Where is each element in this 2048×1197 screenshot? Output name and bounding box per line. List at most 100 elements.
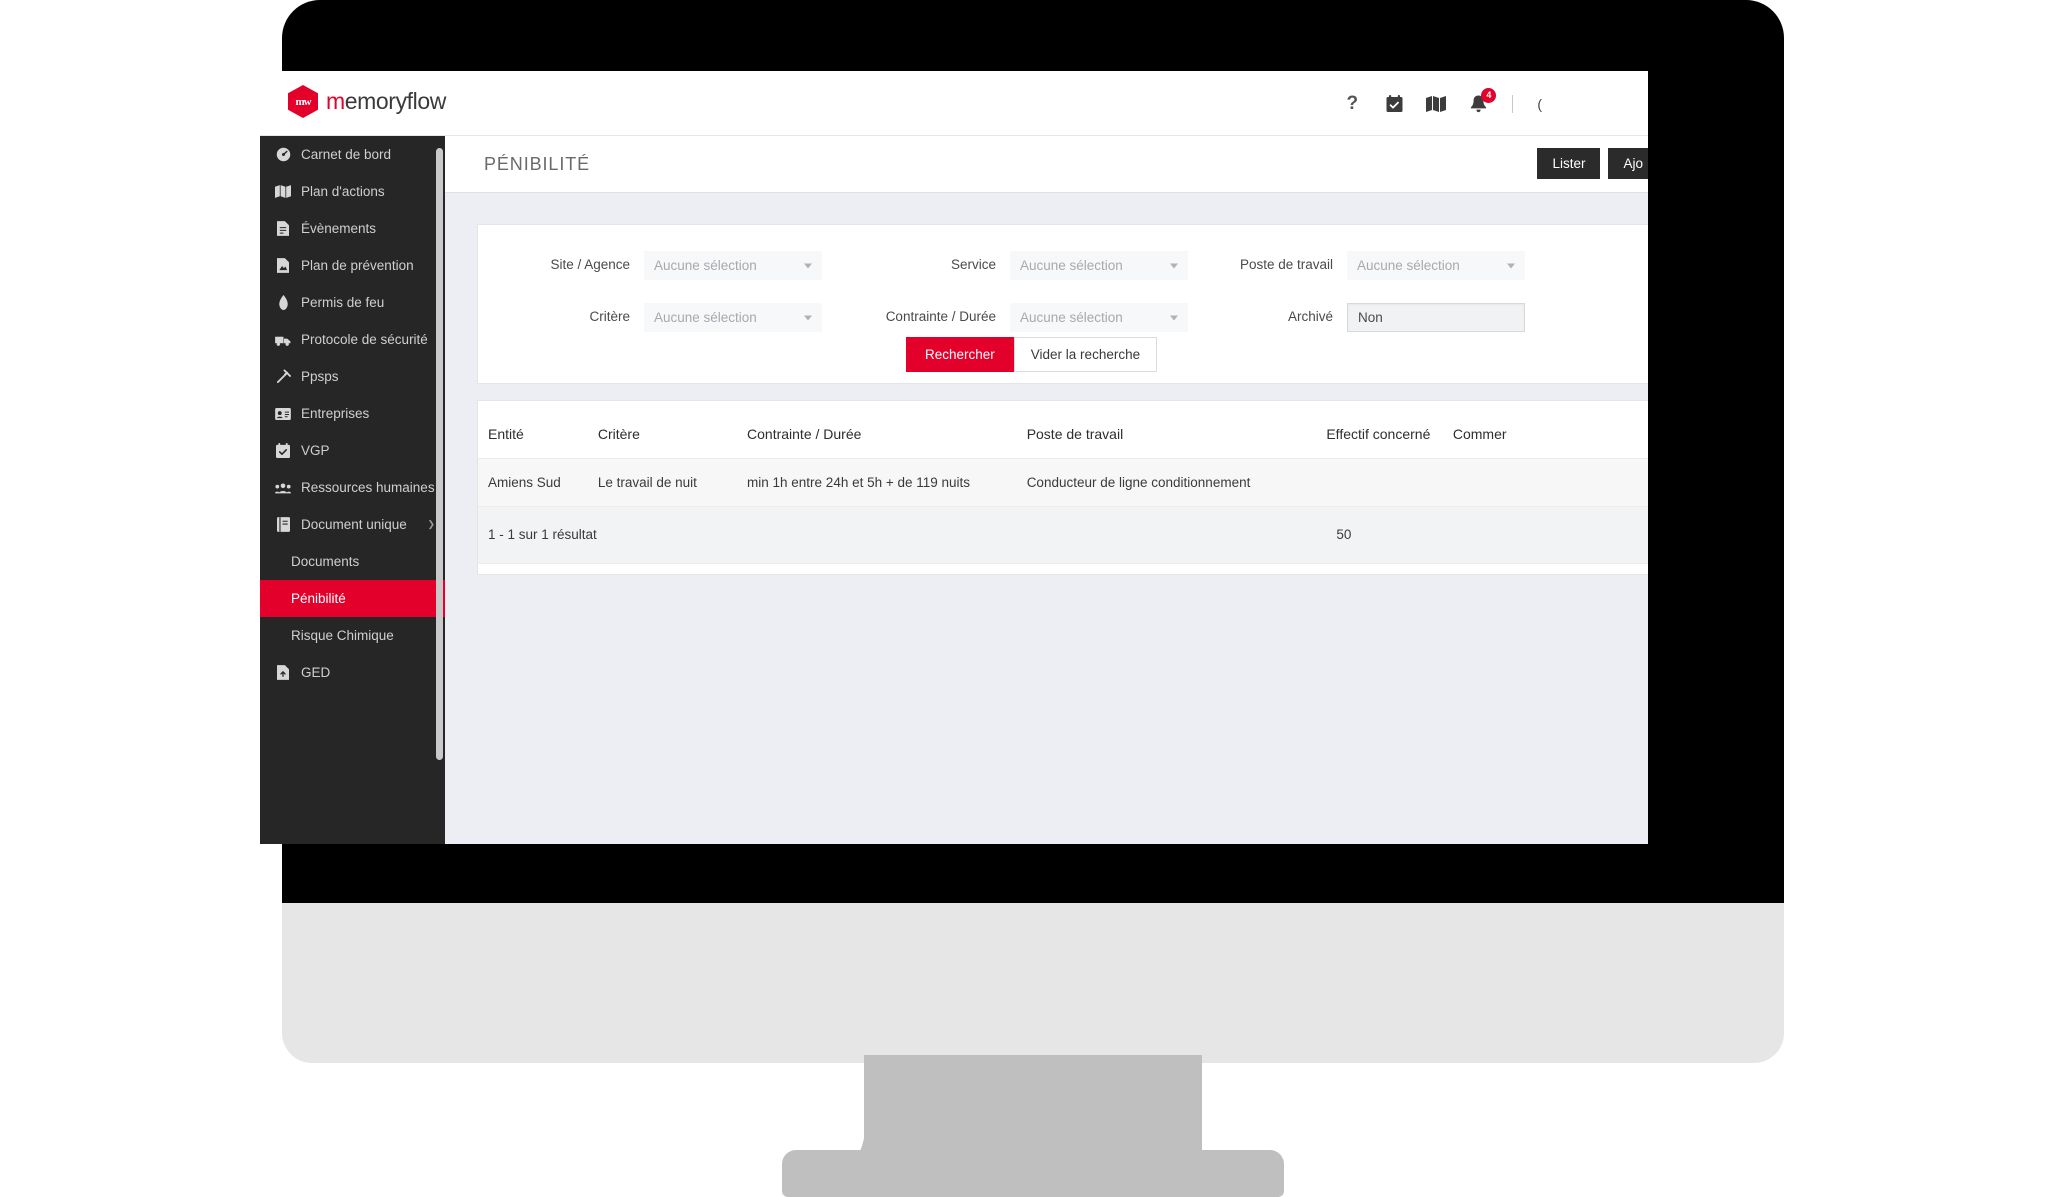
cell-poste: Conducteur de ligne conditionnement: [1026, 457, 1327, 508]
filter-label: Critère: [589, 309, 630, 324]
brand-logo[interactable]: mw memoryflow: [288, 85, 446, 118]
page-title: PÉNIBILITÉ: [484, 154, 591, 174]
sidebar-item-protocole-de-securite[interactable]: Protocole de sécurité: [260, 321, 445, 358]
archive-select[interactable]: Non: [1347, 303, 1525, 332]
sidebar-item-ressources-humaines[interactable]: Ressources humaines: [260, 469, 445, 506]
filter-critere: Critère Aucune sélection: [478, 303, 822, 332]
file-upload-icon: [275, 665, 291, 681]
sidebar-item-ppsps[interactable]: Ppsps: [260, 358, 445, 395]
filter-site-agence: Site / Agence Aucune sélection: [478, 251, 822, 280]
cell-effectif: [1326, 457, 1453, 508]
sidebar-item-label: Document unique: [301, 517, 407, 532]
book-icon: [275, 517, 291, 533]
chevron-down-icon: [1170, 263, 1178, 268]
id-card-icon: [275, 406, 291, 422]
bell-icon[interactable]: 4: [1468, 87, 1497, 115]
chevron-right-icon: ❯: [427, 519, 435, 529]
gauge-icon: [275, 147, 291, 163]
sidebar-item-risque-chimique[interactable]: Risque Chimique: [260, 617, 445, 654]
users-icon: [275, 480, 291, 496]
filter-label: Service: [950, 257, 996, 272]
sidebar-item-label: VGP: [301, 443, 330, 458]
sidebar-item-label: Ppsps: [301, 369, 339, 384]
table-footer-row: 1 - 1 sur 1 résultat 50: [478, 506, 1648, 565]
sidebar-item-plan-de-prevention[interactable]: Plan de prévention: [260, 247, 445, 284]
user-menu[interactable]: (: [1537, 96, 1542, 112]
sidebar-item-label: GED: [301, 665, 331, 680]
sidebar-item-ged[interactable]: GED: [260, 654, 445, 691]
filter-poste-travail: Poste de travail Aucune sélection: [1228, 251, 1525, 280]
vider-recherche-button[interactable]: Vider la recherche: [1013, 337, 1158, 372]
flame-icon: [275, 295, 291, 311]
sidebar-item-label: Ressources humaines: [301, 480, 435, 495]
select-value: Aucune sélection: [1020, 258, 1123, 273]
filter-contrainte-duree: Contrainte / Durée Aucune sélection: [862, 303, 1188, 332]
sidebar-item-label: Plan de prévention: [301, 258, 414, 273]
sidebar-item-evenements[interactable]: Évènements: [260, 210, 445, 247]
help-icon[interactable]: ?: [1342, 93, 1362, 115]
chevron-down-icon: [804, 263, 812, 268]
filter-service: Service Aucune sélection: [862, 251, 1188, 280]
cell-contrainte: min 1h entre 24h et 5h + de 119 nuits: [747, 457, 1027, 508]
filter-label: Poste de travail: [1239, 257, 1333, 272]
app-topbar: mw memoryflow ? 4 (: [260, 71, 1648, 136]
sidebar-item-label: Protocole de sécurité: [301, 332, 428, 347]
brand-wordmark: memoryflow: [326, 88, 446, 115]
column-header-poste-de-travail[interactable]: Poste de travail: [1027, 401, 1327, 458]
brand-name-part2: emory: [344, 88, 407, 114]
cell-critere: Le travail de nuit: [597, 457, 748, 508]
sidebar-item-label: Plan d'actions: [301, 184, 385, 199]
filter-label: Archivé: [1287, 309, 1333, 324]
sidebar-scrollbar[interactable]: [436, 148, 443, 760]
rechercher-button[interactable]: Rechercher: [906, 337, 1014, 372]
column-header-critere[interactable]: Critère: [598, 401, 747, 458]
chevron-down-icon: [1170, 315, 1178, 320]
header-action-group: Lister Ajo: [1537, 148, 1648, 179]
page-header: PÉNIBILITÉ Lister Ajo: [445, 136, 1648, 193]
monitor-chin: [282, 903, 1784, 1063]
contrainte-duree-select[interactable]: Aucune sélection: [1010, 303, 1188, 332]
select-value: Aucune sélection: [654, 310, 757, 325]
sidebar-item-permis-de-feu[interactable]: Permis de feu: [260, 284, 445, 321]
map-icon: [275, 184, 291, 200]
sidebar-nav: Carnet de bord Plan d'actions Évènements: [260, 136, 445, 844]
sidebar-item-carnet-de-bord[interactable]: Carnet de bord: [260, 136, 445, 173]
results-card: Entité Critère Contrainte / Durée Poste …: [477, 400, 1648, 575]
file-icon: [275, 221, 291, 237]
brand-name-part1: m: [326, 88, 345, 114]
sidebar-item-entreprises[interactable]: Entreprises: [260, 395, 445, 432]
service-select[interactable]: Aucune sélection: [1010, 251, 1188, 280]
column-header-effectif-concerne[interactable]: Effectif concerné: [1326, 401, 1453, 458]
monitor-mockup: mw memoryflow ? 4 (Carnet de bord Plan …: [260, 0, 1784, 1197]
column-header-entite[interactable]: Entité: [478, 401, 598, 458]
table-row[interactable]: Amiens Sud Le travail de nuit min 1h ent…: [478, 457, 1648, 508]
poste-travail-select[interactable]: Aucune sélection: [1347, 251, 1525, 280]
sidebar-item-penibilite[interactable]: Pénibilité: [260, 580, 445, 617]
topbar-divider: [1512, 94, 1514, 113]
monitor-bezel: mw memoryflow ? 4 (Carnet de bord Plan …: [260, 0, 1784, 903]
column-header-contrainte-duree[interactable]: Contrainte / Durée: [747, 401, 1027, 458]
search-filter-panel: Site / Agence Aucune sélection Service A…: [477, 224, 1648, 384]
map-icon[interactable]: [1426, 93, 1447, 115]
memoryflow-hex-icon: mw: [288, 85, 318, 118]
results-table: Entité Critère Contrainte / Durée Poste …: [478, 401, 1648, 565]
results-effectif-total: 50: [1326, 506, 1453, 565]
sidebar-item-label: Risque Chimique: [291, 628, 394, 643]
sidebar-item-vgp[interactable]: VGP: [260, 432, 445, 469]
sidebar-item-label: Documents: [291, 554, 360, 569]
sidebar-item-label: Évènements: [301, 221, 377, 236]
sidebar-item-plan-dactions[interactable]: Plan d'actions: [260, 173, 445, 210]
topbar-icon-group: ? 4 (: [1342, 71, 1542, 136]
critere-select[interactable]: Aucune sélection: [644, 303, 822, 332]
ajouter-button[interactable]: Ajo: [1608, 148, 1648, 179]
calendar-check-icon[interactable]: [1384, 93, 1404, 115]
lister-button[interactable]: Lister: [1537, 148, 1601, 179]
select-value: Non: [1358, 310, 1383, 325]
sidebar-item-document-unique[interactable]: Document unique ❯: [260, 506, 445, 543]
site-agence-select[interactable]: Aucune sélection: [644, 251, 822, 280]
column-header-commentaire[interactable]: Commer: [1453, 401, 1648, 458]
sidebar-item-label: Permis de feu: [301, 295, 385, 310]
sidebar-item-documents[interactable]: Documents: [260, 543, 445, 580]
results-count-label: 1 - 1 sur 1 résultat: [478, 506, 1327, 565]
file-image-icon: [275, 258, 291, 274]
